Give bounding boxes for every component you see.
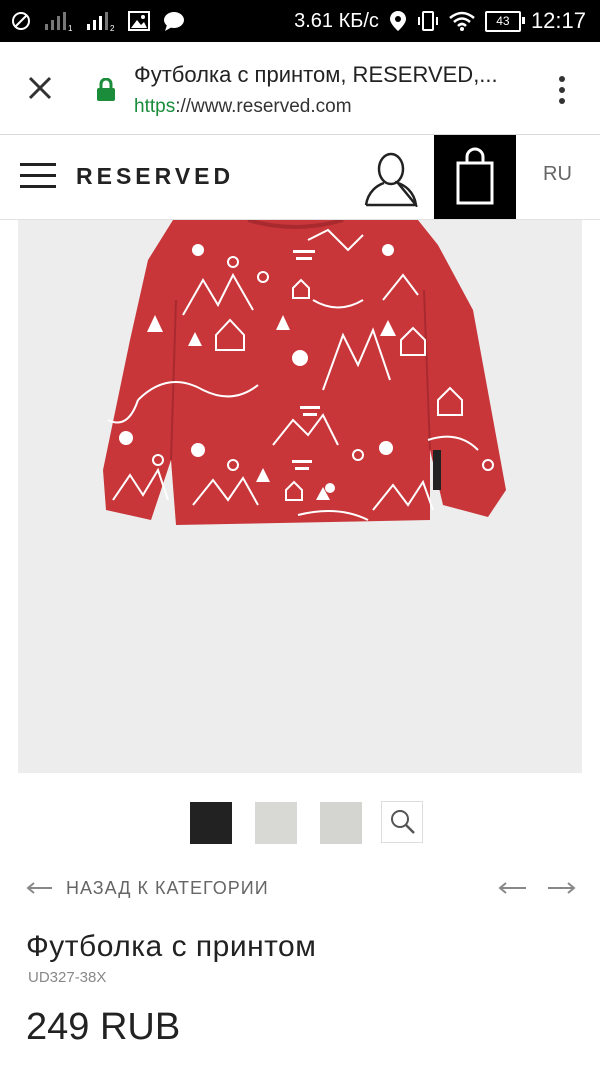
site-header: RESERVED RU — [0, 135, 600, 220]
product-shirt-image — [103, 220, 506, 525]
next-product-icon[interactable] — [548, 880, 576, 896]
signal-1-icon: 1 — [45, 12, 73, 32]
chat-icon — [164, 12, 184, 31]
thumbnail-1[interactable] — [190, 802, 232, 844]
wifi-icon — [449, 11, 475, 31]
clock: 12:17 — [530, 8, 586, 33]
arrow-left-icon — [26, 882, 52, 894]
thumbnail-2[interactable] — [255, 802, 297, 844]
search-icon — [391, 810, 415, 834]
brand-logo[interactable]: RESERVED — [76, 163, 234, 190]
back-to-category-label: НАЗАД К КАТЕГОРИИ — [66, 877, 269, 898]
cart-button[interactable] — [434, 135, 516, 219]
product-price: 249 RUB — [26, 1006, 181, 1048]
product-image[interactable] — [18, 220, 582, 773]
previous-product-icon[interactable] — [498, 880, 526, 896]
zoom-button[interactable] — [381, 801, 423, 843]
shopping-bag-icon — [456, 147, 494, 205]
location-icon — [389, 11, 406, 31]
status-bar-left: 1 2 — [10, 6, 186, 36]
back-to-category-link[interactable]: НАЗАД К КАТЕГОРИИ — [26, 874, 269, 902]
lock-icon — [97, 78, 115, 101]
product-sku: UD327-38X — [28, 969, 107, 986]
overflow-menu-icon[interactable] — [550, 72, 574, 108]
network-speed: 3.61 КБ/с — [294, 9, 379, 32]
url-scheme: https — [134, 96, 176, 117]
browser-url-bar: Футболка с принтом, RESERVED,... https:/… — [0, 42, 600, 135]
product-title: Футболка с принтом — [26, 930, 317, 963]
svg-text:1: 1 — [68, 24, 73, 32]
battery-icon: 43 — [484, 10, 525, 32]
battery-level: 43 — [496, 14, 510, 28]
user-account-icon[interactable] — [362, 149, 420, 207]
status-bar: 1 2 3.61 КБ/с 43 12:17 — [0, 0, 600, 42]
signal-2-icon: 2 — [87, 12, 115, 32]
no-sim-icon — [12, 12, 30, 30]
svg-text:2: 2 — [110, 24, 115, 32]
status-bar-right: 3.61 КБ/с 43 12:17 — [294, 0, 586, 42]
url-host: ://www.reserved.com — [175, 96, 352, 117]
page-title[interactable]: Футболка с принтом, RESERVED,... — [134, 62, 514, 88]
close-icon[interactable] — [22, 70, 58, 106]
thumbnail-3[interactable] — [320, 802, 362, 844]
url-text[interactable]: https://www.reserved.com — [134, 96, 352, 118]
image-icon — [128, 11, 150, 31]
language-switcher[interactable]: RU — [543, 163, 572, 186]
vibrate-icon — [417, 11, 438, 31]
hamburger-menu-icon[interactable] — [20, 161, 56, 191]
